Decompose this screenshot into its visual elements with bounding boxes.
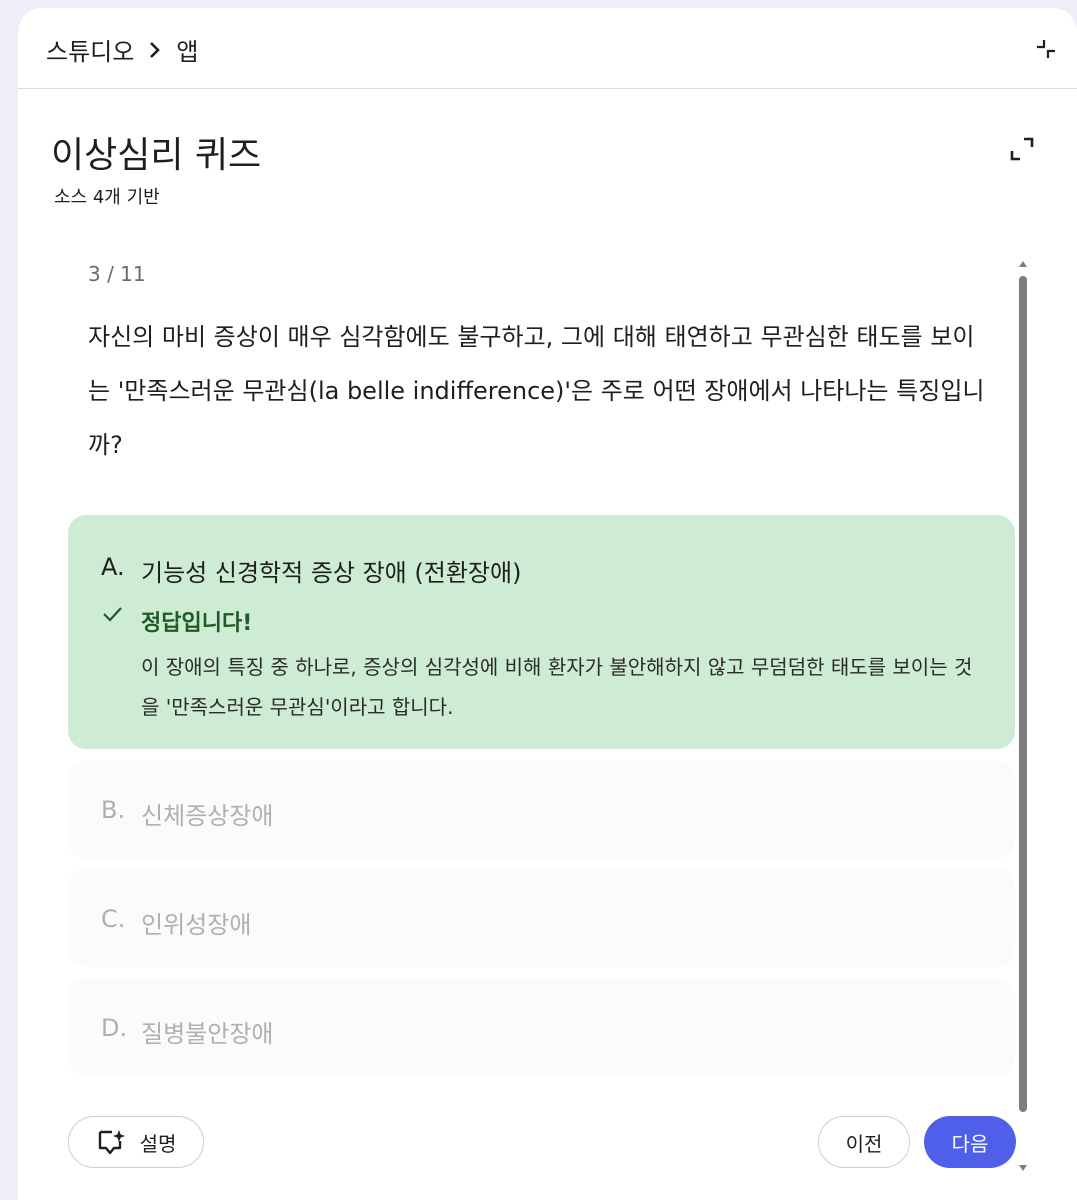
scrollbar[interactable] (1018, 260, 1028, 1172)
question-progress: 3 / 11 (88, 262, 146, 286)
collapse-icon[interactable] (1035, 38, 1057, 60)
option-text: 질병불안장애 (141, 1020, 274, 1048)
scrollbar-thumb[interactable] (1019, 276, 1027, 1112)
option-text: 신체증상장애 (141, 802, 274, 830)
option-b[interactable]: B. 신체증상장애 (68, 760, 1015, 858)
option-d-label: D. 질병불안장애 (101, 1014, 273, 1049)
prev-button[interactable]: 이전 (818, 1116, 910, 1168)
top-bar: 스튜디오 앱 (18, 8, 1077, 89)
scroll-up-arrow-icon[interactable] (1018, 260, 1028, 268)
option-letter: B. (101, 796, 126, 824)
next-button[interactable]: 다음 (924, 1116, 1016, 1168)
option-c-label: C. 인위성장애 (101, 905, 251, 940)
chevron-right-icon (148, 40, 162, 60)
explain-sparkle-icon (98, 1130, 125, 1155)
option-text: 인위성장애 (141, 911, 252, 939)
quiz-panel: 스튜디오 앱 이상심리 퀴즈 소스 4개 기반 3 / 11 자신의 마비 증상… (18, 8, 1077, 1200)
check-icon (101, 603, 123, 625)
option-text: 기능성 신경학적 증상 장애 (전환장애) (141, 559, 522, 587)
option-letter: A. (101, 553, 125, 581)
option-letter: C. (101, 905, 126, 933)
option-b-label: B. 신체증상장애 (101, 796, 273, 831)
question-text: 자신의 마비 증상이 매우 심각함에도 불구하고, 그에 대해 태연하고 무관심… (88, 323, 985, 459)
option-a[interactable]: A. 기능성 신경학적 증상 장애 (전환장애) 정답입니다! 이 장애의 특징… (68, 515, 1015, 749)
option-d[interactable]: D. 질병불안장애 (68, 978, 1015, 1076)
explain-label: 설명 (139, 1131, 177, 1156)
explain-button[interactable]: 설명 (68, 1116, 204, 1168)
option-letter: D. (101, 1014, 128, 1042)
page-title: 이상심리 퀴즈 (51, 135, 262, 176)
breadcrumb-app: 앱 (176, 38, 199, 66)
feedback-text: 이 장애의 특징 중 하나로, 증상의 심각성에 비해 환자가 불안해하지 않고… (141, 655, 973, 719)
option-c[interactable]: C. 인위성장애 (68, 869, 1015, 967)
breadcrumb-studio[interactable]: 스튜디오 (46, 32, 134, 67)
scroll-down-arrow-icon[interactable] (1018, 1164, 1028, 1172)
breadcrumb: 스튜디오 앱 (46, 32, 198, 67)
expand-icon[interactable] (1009, 136, 1035, 162)
source-count: 소스 4개 기반 (54, 187, 160, 208)
option-a-label: A. 기능성 신경학적 증상 장애 (전환장애) (101, 553, 521, 588)
feedback-title: 정답입니다! (141, 611, 253, 636)
